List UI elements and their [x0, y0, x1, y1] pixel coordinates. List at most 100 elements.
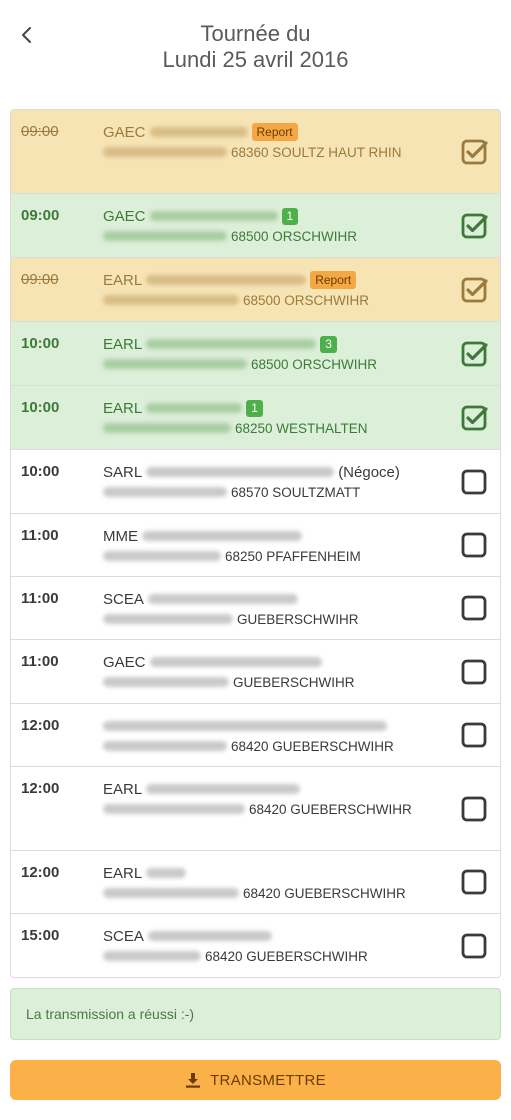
redacted-address — [103, 295, 239, 306]
header: Tournée du Lundi 25 avril 2016 — [0, 0, 511, 100]
redacted-address — [103, 423, 231, 434]
redacted-address — [103, 487, 227, 498]
redacted-name — [146, 467, 335, 478]
visit-row[interactable]: 10:00 SARL (Négoce) 68570 SOULTZMATT — [11, 450, 500, 514]
redacted-name — [146, 868, 187, 879]
visit-address-tail: 68250 PFAFFENHEIM — [225, 549, 361, 564]
visit-address-tail: 68250 WESTHALTEN — [235, 421, 368, 436]
square-icon — [461, 869, 487, 895]
visit-row[interactable]: 11:00 SCEA GUEBERSCHWIHR — [11, 577, 500, 640]
page-title: Tournée du Lundi 25 avril 2016 — [0, 21, 511, 73]
visit-checkbox[interactable] — [460, 932, 488, 960]
redacted-name — [146, 339, 317, 350]
visit-time: 09:00 — [21, 271, 59, 288]
visit-time: 09:00 — [21, 123, 59, 140]
visit-row[interactable]: 09:00 GAEC Report 68360 SOULTZ HAUT RHIN — [11, 110, 500, 194]
redacted-address — [103, 359, 247, 370]
visit-checkbox[interactable] — [460, 795, 488, 823]
visit-row[interactable]: 12:00 68420 GUEBERSCHWIHR — [11, 704, 500, 767]
visit-time: 09:00 — [21, 207, 60, 224]
visit-checkbox[interactable] — [460, 531, 488, 559]
visit-info: GAEC Report 68360 SOULTZ HAUT RHIN — [103, 110, 436, 163]
redacted-name — [147, 931, 272, 942]
redacted-address — [103, 888, 239, 899]
visit-info: EARL Report 68500 ORSCHWIHR — [103, 258, 436, 311]
title-line-2: Lundi 25 avril 2016 — [162, 47, 349, 72]
redacted-name — [149, 657, 322, 668]
visit-type: SCEA — [103, 928, 144, 945]
visit-address-tail: 68570 SOULTZMATT — [231, 485, 361, 500]
visit-address-tail: GUEBERSCHWIHR — [233, 675, 355, 690]
visit-time: 10:00 — [21, 399, 60, 416]
check-square-icon — [461, 139, 488, 164]
visit-time: 11:00 — [21, 527, 59, 544]
check-square-icon — [461, 277, 488, 302]
visit-type: EARL — [103, 336, 143, 353]
transmit-button[interactable]: TRANSMETTRE — [10, 1060, 501, 1100]
redacted-address — [103, 551, 221, 562]
visit-row[interactable]: 15:00 SCEA 68420 GUEBERSCHWIHR — [11, 914, 500, 977]
visit-info: EARL 3 68500 ORSCHWIHR — [103, 322, 436, 375]
visit-row[interactable]: 10:00 EARL 1 68250 WESTHALTEN — [11, 386, 500, 450]
visit-type: EARL — [103, 272, 143, 289]
visit-row[interactable]: 11:00 MME 68250 PFAFFENHEIM — [11, 514, 500, 577]
visit-checkbox[interactable] — [460, 868, 488, 896]
visit-time: 12:00 — [21, 864, 60, 881]
visit-checkbox[interactable] — [460, 594, 488, 622]
visit-type: SCEA — [103, 591, 144, 608]
square-icon — [461, 722, 487, 748]
visit-row[interactable]: 09:00 EARL Report 68500 ORSCHWIHR — [11, 258, 500, 322]
visit-checkbox[interactable] — [460, 468, 488, 496]
square-icon — [461, 796, 487, 821]
redacted-name — [142, 531, 302, 542]
count-badge: 3 — [320, 336, 337, 353]
visit-checkbox[interactable] — [460, 138, 488, 166]
redacted-address — [103, 741, 227, 752]
visit-info: GAEC GUEBERSCHWIHR — [103, 640, 436, 693]
visit-type: GAEC — [103, 654, 146, 671]
visit-time: 10:00 — [21, 463, 60, 480]
visit-type: GAEC — [103, 208, 146, 225]
visit-info: SARL (Négoce) 68570 SOULTZMATT — [103, 450, 436, 503]
redacted-address — [103, 231, 227, 242]
visit-type: GAEC — [103, 124, 146, 141]
redacted-address — [103, 804, 245, 815]
visit-checkbox[interactable] — [460, 404, 488, 432]
visit-address-tail: 68420 GUEBERSCHWIHR — [205, 949, 368, 964]
redacted-name — [103, 721, 387, 732]
visit-checkbox[interactable] — [460, 212, 488, 240]
redacted-name — [146, 784, 301, 795]
visit-row[interactable]: 12:00 EARL 68420 GUEBERSCHWIHR — [11, 851, 500, 914]
visit-info: EARL 1 68250 WESTHALTEN — [103, 386, 436, 439]
visit-checkbox[interactable] — [460, 658, 488, 686]
visit-address-tail: 68420 GUEBERSCHWIHR — [243, 886, 406, 901]
visit-time: 12:00 — [21, 717, 60, 734]
redacted-name — [149, 211, 278, 222]
visit-address-tail: 68420 GUEBERSCHWIHR — [249, 802, 412, 817]
visit-info: GAEC 1 68500 ORSCHWIHR — [103, 194, 436, 247]
count-badge: 1 — [281, 208, 299, 225]
visit-time: 11:00 — [21, 653, 59, 670]
square-icon — [461, 532, 487, 558]
visit-row[interactable]: 09:00 GAEC 1 68500 ORSCHWIHR — [11, 194, 500, 258]
square-icon — [461, 595, 487, 621]
visit-type: MME — [103, 528, 138, 545]
check-square-icon — [461, 341, 488, 366]
redacted-address — [103, 614, 233, 625]
redacted-address — [103, 147, 227, 158]
visit-row[interactable]: 12:00 EARL 68420 GUEBERSCHWIHR — [11, 767, 500, 851]
transmit-label: TRANSMETTRE — [210, 1071, 326, 1089]
visit-time: 11:00 — [21, 590, 59, 607]
visit-row[interactable]: 10:00 EARL 3 68500 ORSCHWIHR — [11, 322, 500, 386]
visit-row[interactable]: 11:00 GAEC GUEBERSCHWIHR — [11, 640, 500, 704]
visit-info: EARL 68420 GUEBERSCHWIHR — [103, 851, 436, 904]
visit-checkbox[interactable] — [460, 340, 488, 368]
visit-address-tail: 68500 ORSCHWIHR — [243, 293, 370, 308]
visit-address-tail: GUEBERSCHWIHR — [237, 612, 359, 627]
visit-checkbox[interactable] — [460, 276, 488, 304]
visit-checkbox[interactable] — [460, 721, 488, 749]
square-icon — [461, 933, 487, 958]
square-icon — [461, 469, 487, 494]
redacted-name — [146, 403, 243, 414]
redacted-name — [149, 127, 248, 138]
